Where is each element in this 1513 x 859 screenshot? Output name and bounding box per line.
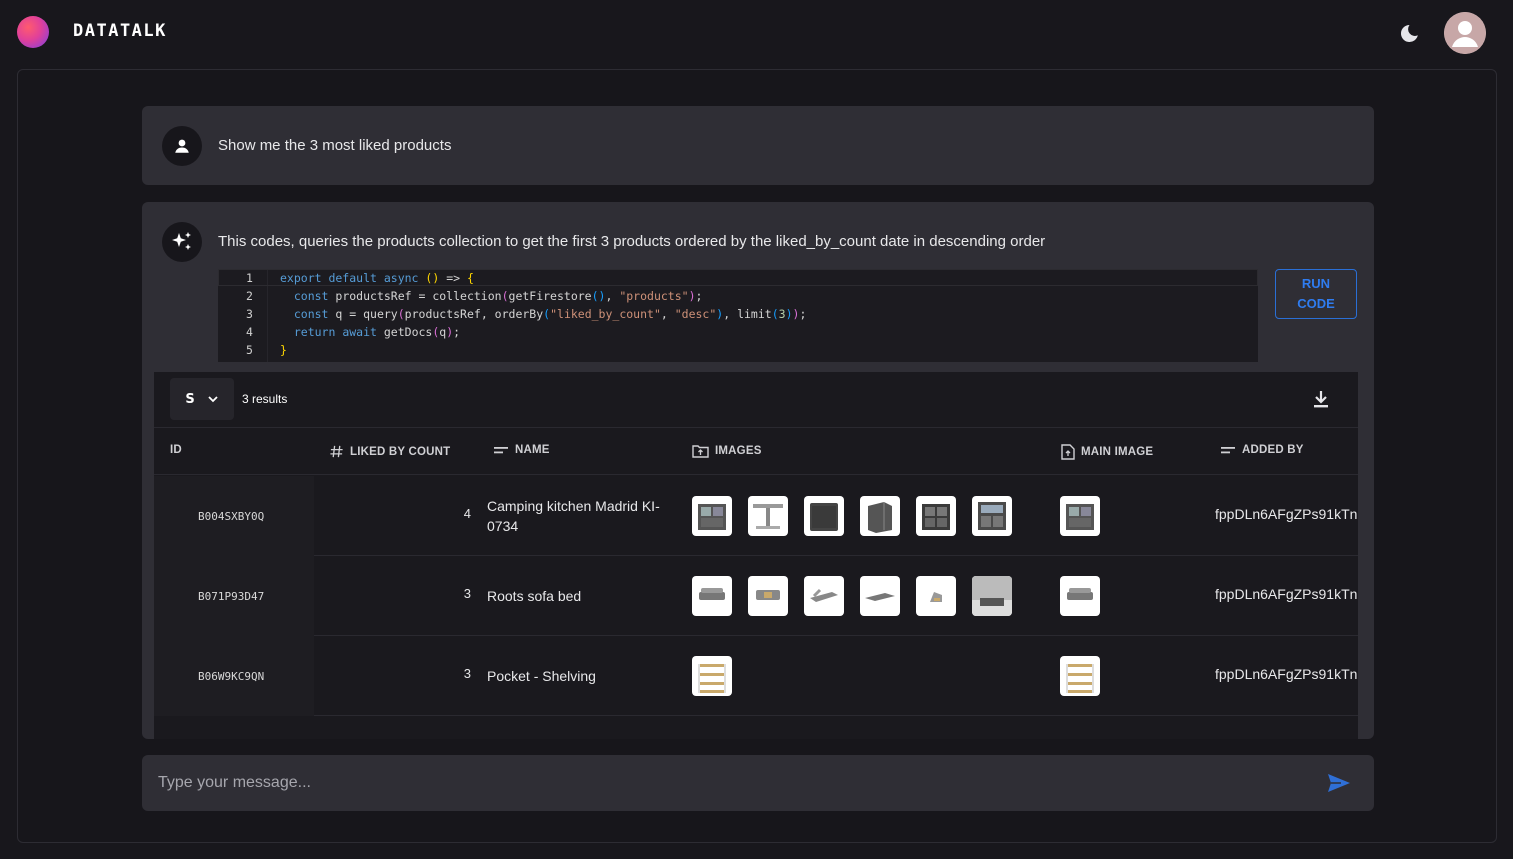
column-header-added-by[interactable]: ADDED BY: [1221, 444, 1304, 456]
cell-liked-by-count: 3: [463, 586, 471, 601]
product-thumbnail[interactable]: [748, 576, 788, 616]
product-thumbnail[interactable]: [972, 496, 1012, 536]
folder-upload-icon: [692, 445, 709, 458]
product-thumbnail[interactable]: [860, 496, 900, 536]
column-header-name[interactable]: NAME: [494, 444, 550, 456]
cell-id: B071P93D47: [154, 556, 314, 636]
product-thumbnail[interactable]: [804, 496, 844, 536]
user-message-card: Show me the 3 most liked products: [142, 106, 1374, 185]
grid-header: ID LIKED BY COUNT NAME IMAGES MAIN IMAGE: [154, 428, 1358, 475]
product-thumbnail[interactable]: [972, 576, 1012, 616]
run-code-label: CODE: [1297, 296, 1335, 311]
grid-toolbar: S 3 results: [154, 372, 1358, 428]
top-bar: DATATALK: [0, 0, 1513, 64]
user-avatar[interactable]: [1444, 12, 1486, 54]
code-line: return await getDocs(q);: [293, 325, 461, 339]
chevron-down-icon: [208, 396, 218, 403]
results-grid: S 3 results ID LIKED BY COUNT NAME IMAGE…: [154, 372, 1358, 739]
chat-panel: Show me the 3 most liked products This c…: [17, 69, 1497, 843]
line-number: 3: [246, 307, 253, 321]
cell-added-by: fppDLn6AFgZPs91kTn: [1215, 506, 1358, 522]
code-line: const productsRef = collection(getFirest…: [293, 289, 703, 303]
user-icon: [162, 126, 202, 166]
cell-images: [692, 656, 732, 696]
size-selector-value: S: [185, 391, 195, 407]
cell-main-image: [1060, 576, 1100, 616]
code-line: }: [280, 343, 287, 357]
app-logo[interactable]: [17, 16, 49, 48]
cell-liked-by-count: 3: [463, 666, 471, 681]
column-header-main-image[interactable]: MAIN IMAGE: [1061, 444, 1153, 460]
message-composer: [142, 755, 1374, 811]
cell-main-image: [1060, 496, 1100, 536]
message-input[interactable]: [158, 755, 1308, 811]
cell-name: Pocket - Shelving: [487, 668, 596, 684]
column-header-liked-by-count[interactable]: LIKED BY COUNT: [329, 444, 450, 459]
column-header-images[interactable]: IMAGES: [692, 444, 762, 458]
main-image-thumbnail[interactable]: [1060, 576, 1100, 616]
line-number: 5: [246, 343, 253, 357]
product-thumbnail[interactable]: [916, 496, 956, 536]
hash-icon: [330, 445, 343, 458]
cell-images: [692, 496, 1012, 536]
cell-main-image: [1060, 656, 1100, 696]
text-icon: [1221, 447, 1235, 454]
product-thumbnail[interactable]: [692, 576, 732, 616]
assistant-message-text: This codes, queries the products collect…: [218, 233, 1046, 250]
code-line: const q = query(productsRef, orderBy("li…: [293, 307, 807, 321]
cell-id: B004SXBY0Q: [154, 476, 314, 556]
cell-added-by: fppDLn6AFgZPs91kTn: [1215, 666, 1358, 682]
download-icon[interactable]: [1310, 388, 1332, 410]
line-number: 4: [246, 325, 253, 339]
cell-liked-by-count: 4: [463, 506, 471, 521]
size-selector[interactable]: S: [170, 378, 234, 420]
cell-images: [692, 576, 1012, 616]
cell-id: B06W9KC9QN: [154, 636, 314, 716]
text-icon: [494, 447, 508, 454]
main-image-thumbnail[interactable]: [1060, 496, 1100, 536]
product-thumbnail[interactable]: [916, 576, 956, 616]
product-thumbnail[interactable]: [692, 496, 732, 536]
app-title: DATATALK: [73, 21, 167, 41]
run-code-label: RUN: [1301, 276, 1331, 291]
user-message-text: Show me the 3 most liked products: [218, 137, 452, 154]
table-row[interactable]: B004SXBY0Q 4 Camping kitchen Madrid KI-0…: [154, 476, 1358, 556]
cell-name: Roots sofa bed: [487, 588, 582, 604]
result-count: 3 results: [242, 392, 288, 406]
dark-mode-toggle-icon[interactable]: [1397, 22, 1421, 46]
line-number: 1: [246, 271, 253, 285]
column-header-id[interactable]: ID: [170, 444, 182, 456]
send-icon[interactable]: [1326, 771, 1352, 795]
main-image-thumbnail[interactable]: [1060, 656, 1100, 696]
code-line: export default async () => {: [280, 271, 474, 285]
cell-added-by: fppDLn6AFgZPs91kTn: [1215, 586, 1358, 602]
product-thumbnail[interactable]: [748, 496, 788, 536]
line-number: 2: [246, 289, 253, 303]
file-upload-icon: [1061, 444, 1075, 460]
product-thumbnail[interactable]: [692, 656, 732, 696]
sparkles-icon: [162, 222, 202, 262]
product-thumbnail[interactable]: [804, 576, 844, 616]
cell-name: Camping kitchen Madrid KI-0734: [487, 498, 660, 534]
code-editor[interactable]: 1 2 3 4 5 export default async () => { c…: [218, 269, 1258, 362]
assistant-message-card: This codes, queries the products collect…: [142, 202, 1374, 739]
table-row[interactable]: B071P93D47 3 Roots sofa bed fppDLn6AFgZP…: [154, 556, 1358, 636]
run-code-button[interactable]: RUN CODE: [1275, 269, 1357, 319]
table-row[interactable]: B06W9KC9QN 3 Pocket - Shelving fppDLn6AF…: [154, 636, 1358, 716]
product-thumbnail[interactable]: [860, 576, 900, 616]
